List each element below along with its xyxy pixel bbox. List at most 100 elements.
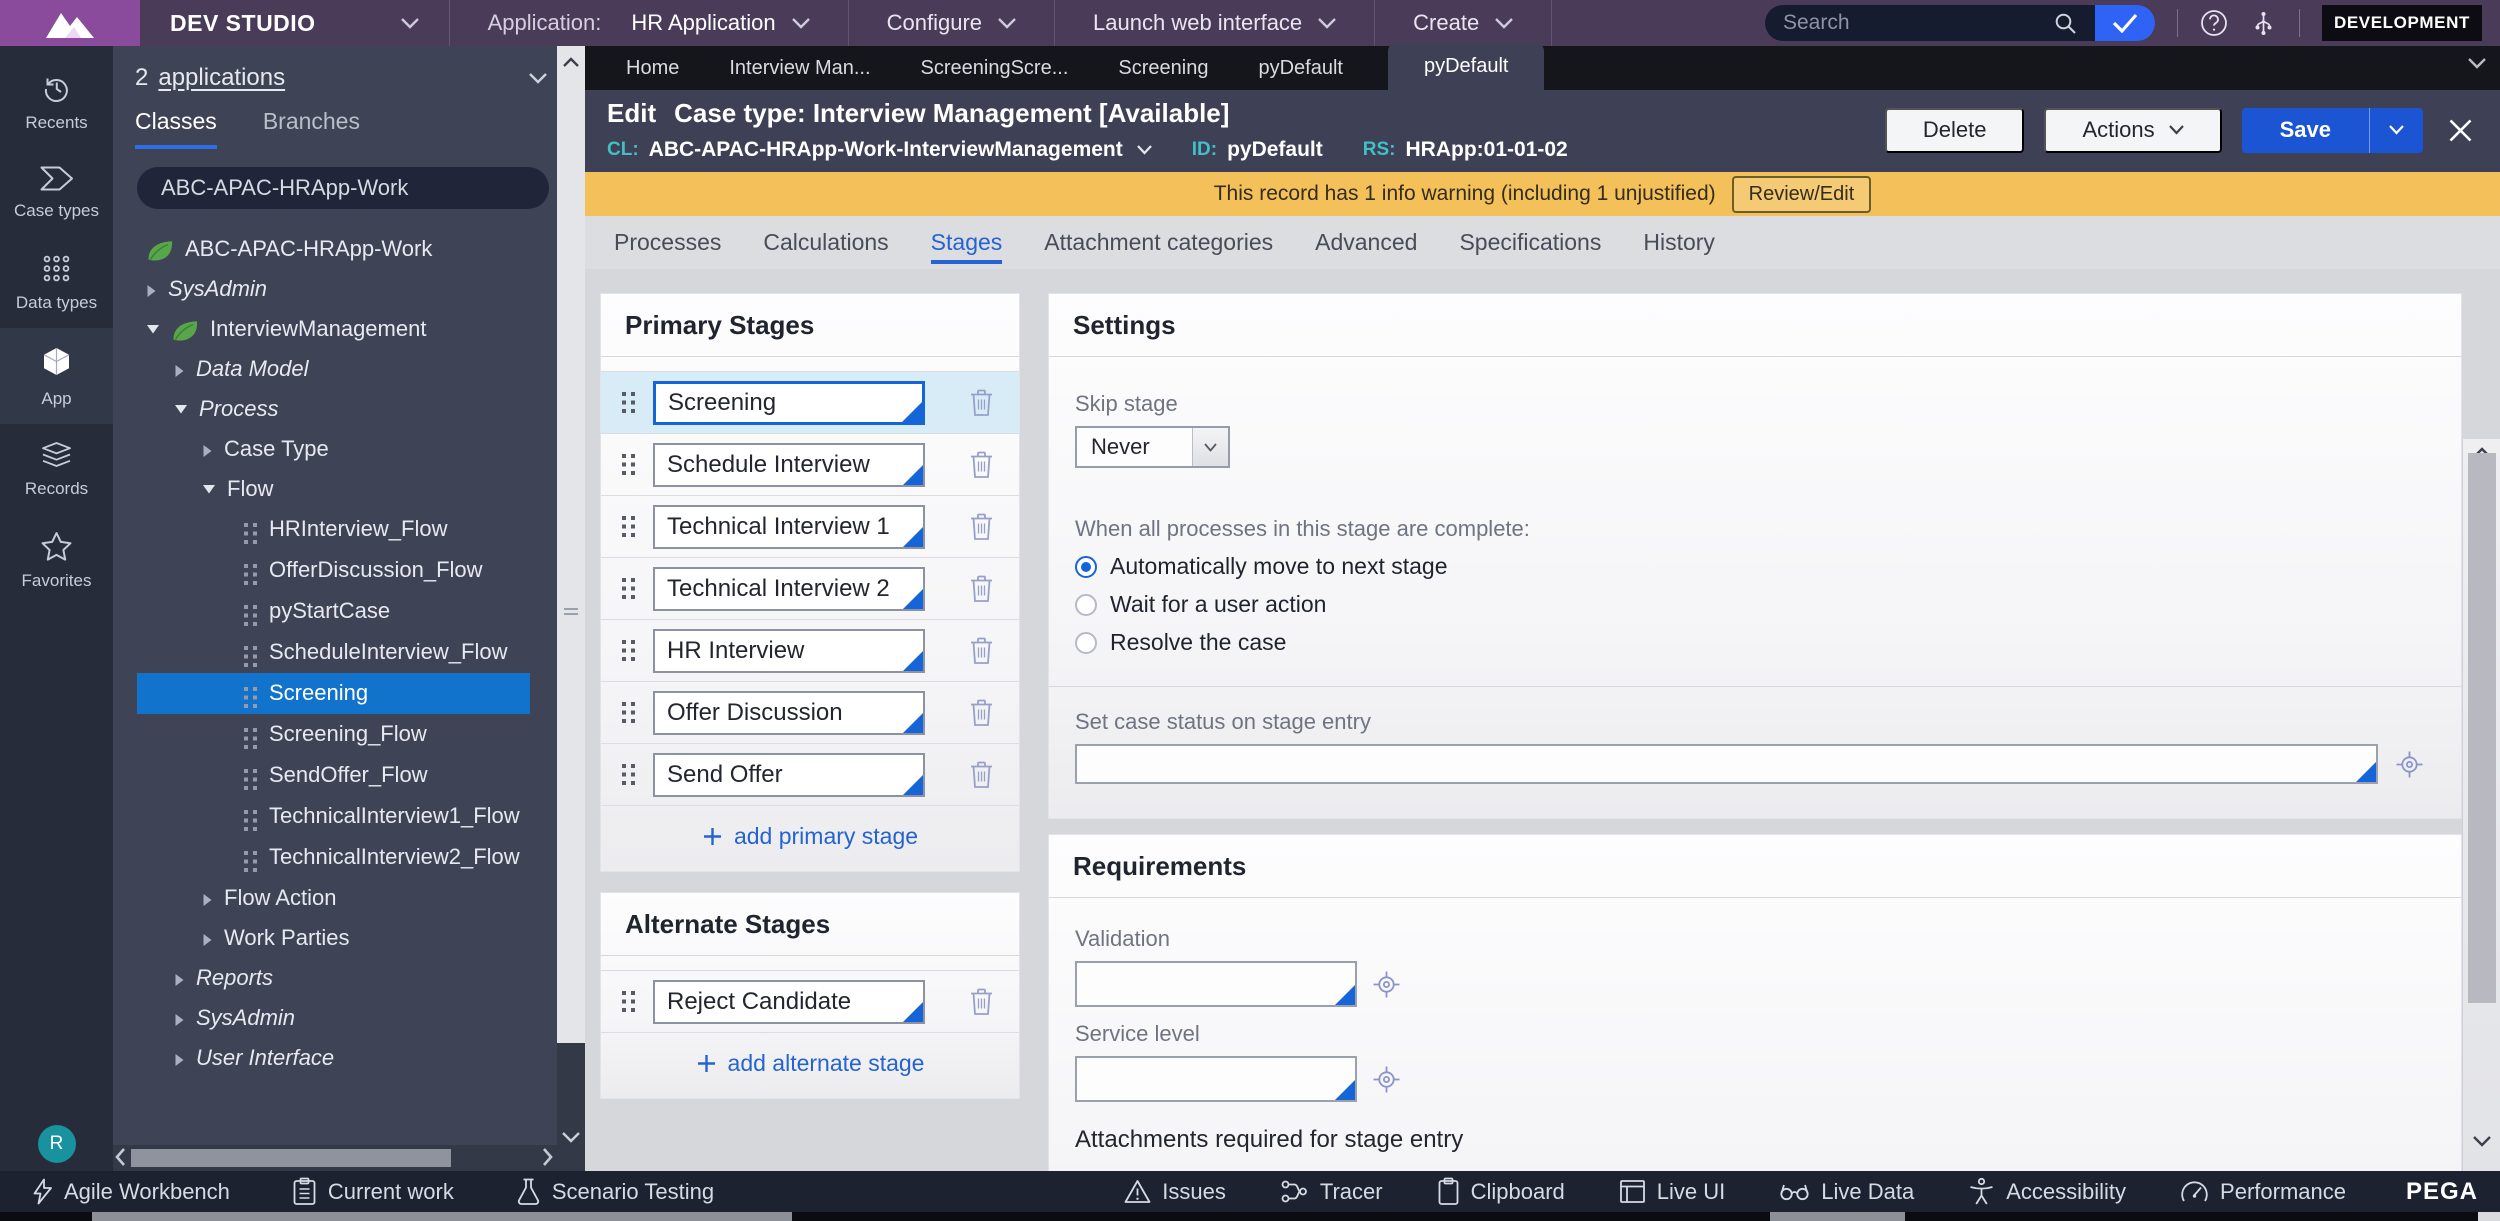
rail-item[interactable]: Recents	[0, 56, 113, 148]
delete-stage-icon[interactable]	[968, 635, 995, 666]
tree-item[interactable]: SysAdmin	[137, 269, 530, 309]
add-primary-stage-button[interactable]: add primary stage	[601, 806, 1019, 871]
delete-stage-icon[interactable]	[968, 449, 995, 480]
drag-handle-icon[interactable]	[621, 639, 636, 662]
radio-button[interactable]	[1075, 631, 1097, 654]
window-tab[interactable]: pyDefault	[1387, 43, 1545, 90]
window-tab[interactable]: Home	[601, 47, 704, 90]
target-icon[interactable]	[1371, 969, 1402, 1000]
tree-item[interactable]: Reports	[137, 958, 530, 998]
radio-option[interactable]: Resolve the case	[1075, 629, 2425, 656]
scroll-down-icon[interactable]	[2463, 1136, 2500, 1147]
delete-stage-icon[interactable]	[968, 986, 995, 1017]
target-icon[interactable]	[2394, 749, 2425, 780]
explorer-vertical-scrollbar[interactable]	[557, 46, 585, 1171]
record-tab[interactable]: Advanced	[1294, 216, 1438, 269]
scroll-right-icon[interactable]	[542, 1148, 553, 1166]
explorer-horizontal-scrollbar[interactable]	[113, 1145, 557, 1171]
delete-stage-icon[interactable]	[968, 697, 995, 728]
rail-item[interactable]: Case types	[0, 148, 113, 236]
stage-name-input[interactable]	[653, 628, 925, 673]
drag-handle-icon[interactable]	[621, 577, 636, 600]
record-tab[interactable]: Attachment categories	[1023, 216, 1294, 269]
tree-item[interactable]: TechnicalInterview2_Flow	[137, 837, 530, 878]
skip-stage-select[interactable]: Never	[1075, 426, 1230, 468]
expand-arrow-icon[interactable]	[174, 973, 185, 987]
stage-name-input[interactable]	[653, 442, 925, 487]
tree-item[interactable]: User Interface	[137, 1038, 530, 1078]
toolbar-item[interactable]: Scenario Testing	[516, 1177, 714, 1206]
stage-name-input[interactable]	[653, 504, 925, 549]
scrollbar-thumb[interactable]	[131, 1149, 451, 1167]
studio-switcher[interactable]: DEV STUDIO	[140, 0, 450, 46]
window-tab[interactable]: Screening	[1093, 47, 1233, 90]
topbar-menu-item[interactable]: Launch web interface	[1055, 0, 1376, 46]
stage-name-input[interactable]	[653, 690, 925, 735]
scroll-down-button[interactable]	[557, 1132, 585, 1143]
help-icon[interactable]	[2200, 9, 2228, 37]
close-icon[interactable]	[2447, 117, 2474, 144]
stage-name-input[interactable]	[653, 752, 925, 797]
rail-item[interactable]: App	[0, 328, 113, 424]
drag-handle-icon[interactable]	[621, 453, 636, 476]
delete-stage-icon[interactable]	[968, 387, 995, 418]
save-button[interactable]: Save	[2242, 108, 2369, 153]
delete-stage-icon[interactable]	[968, 511, 995, 542]
tree-item[interactable]: TechnicalInterview1_Flow	[137, 796, 530, 837]
toolbar-item[interactable]: Performance	[2180, 1177, 2346, 1206]
search-input[interactable]: Search	[1764, 5, 2095, 41]
rail-item[interactable]: Records	[0, 424, 113, 514]
content-vertical-scrollbar[interactable]	[2462, 439, 2500, 1171]
drag-handle-icon[interactable]	[621, 763, 636, 786]
scroll-up-button[interactable]	[557, 46, 585, 78]
record-tab[interactable]: History	[1622, 216, 1736, 269]
record-tab[interactable]: Processes	[593, 216, 742, 269]
stage-name-input[interactable]	[653, 566, 925, 611]
save-menu-button[interactable]	[2369, 107, 2423, 153]
scroll-left-icon[interactable]	[115, 1148, 126, 1166]
toolbar-item[interactable]: Live Data	[1779, 1177, 1914, 1206]
topbar-menu-item[interactable]: Create	[1375, 0, 1553, 46]
search-submit-button[interactable]	[2094, 5, 2155, 41]
expand-arrow-icon[interactable]	[174, 1053, 185, 1067]
explorer-tab[interactable]: Branches	[263, 108, 360, 149]
expand-arrow-icon[interactable]	[174, 364, 185, 378]
record-tab[interactable]: Specifications	[1438, 216, 1622, 269]
hierarchy-icon[interactable]	[2250, 10, 2277, 37]
rail-item[interactable]: Favorites	[0, 514, 113, 606]
drag-handle-icon[interactable]	[621, 391, 636, 414]
toolbar-item[interactable]: Accessibility	[1968, 1177, 2126, 1206]
window-tab[interactable]: Interview Man...	[704, 47, 895, 90]
drag-handle-icon[interactable]	[621, 515, 636, 538]
application-menu[interactable]: Application: HR Application	[450, 0, 849, 46]
drag-handle-icon[interactable]	[621, 990, 636, 1013]
tree-item[interactable]: InterviewManagement	[137, 309, 530, 349]
validation-input[interactable]	[1075, 961, 1357, 1007]
target-icon[interactable]	[1371, 1064, 1402, 1095]
tree-item[interactable]: ABC-APAC-HRApp-Work	[137, 229, 530, 269]
case-status-input[interactable]	[1075, 744, 2378, 784]
chevron-down-icon[interactable]	[1136, 145, 1152, 155]
explorer-tab[interactable]: Classes	[135, 108, 217, 149]
topbar-menu-item[interactable]: Configure	[849, 0, 1056, 46]
tree-item[interactable]: Flow Action	[137, 878, 530, 918]
scrollbar-thumb[interactable]	[2468, 453, 2496, 1003]
pega-logo[interactable]	[0, 0, 140, 46]
stage-name-input[interactable]	[653, 979, 925, 1024]
delete-stage-icon[interactable]	[968, 759, 995, 790]
actions-button[interactable]: Actions	[2044, 107, 2222, 153]
record-tab[interactable]: Stages	[910, 216, 1024, 269]
expand-arrow-icon[interactable]	[202, 484, 216, 494]
expand-arrow-icon[interactable]	[202, 444, 213, 458]
drag-handle-icon[interactable]	[621, 701, 636, 724]
stage-name-input[interactable]	[653, 380, 925, 425]
radio-option[interactable]: Automatically move to next stage	[1075, 553, 2425, 580]
tab-overflow-icon[interactable]	[2468, 58, 2486, 69]
add-alternate-stage-button[interactable]: add alternate stage	[601, 1033, 1019, 1098]
radio-button[interactable]	[1075, 555, 1097, 578]
expand-arrow-icon[interactable]	[146, 324, 160, 334]
rail-item[interactable]: Data types	[0, 236, 113, 328]
tree-item[interactable]: Data Model	[137, 349, 530, 389]
tree-item[interactable]: SendOffer_Flow	[137, 755, 530, 796]
scrollbar-thumb[interactable]	[557, 78, 585, 1043]
